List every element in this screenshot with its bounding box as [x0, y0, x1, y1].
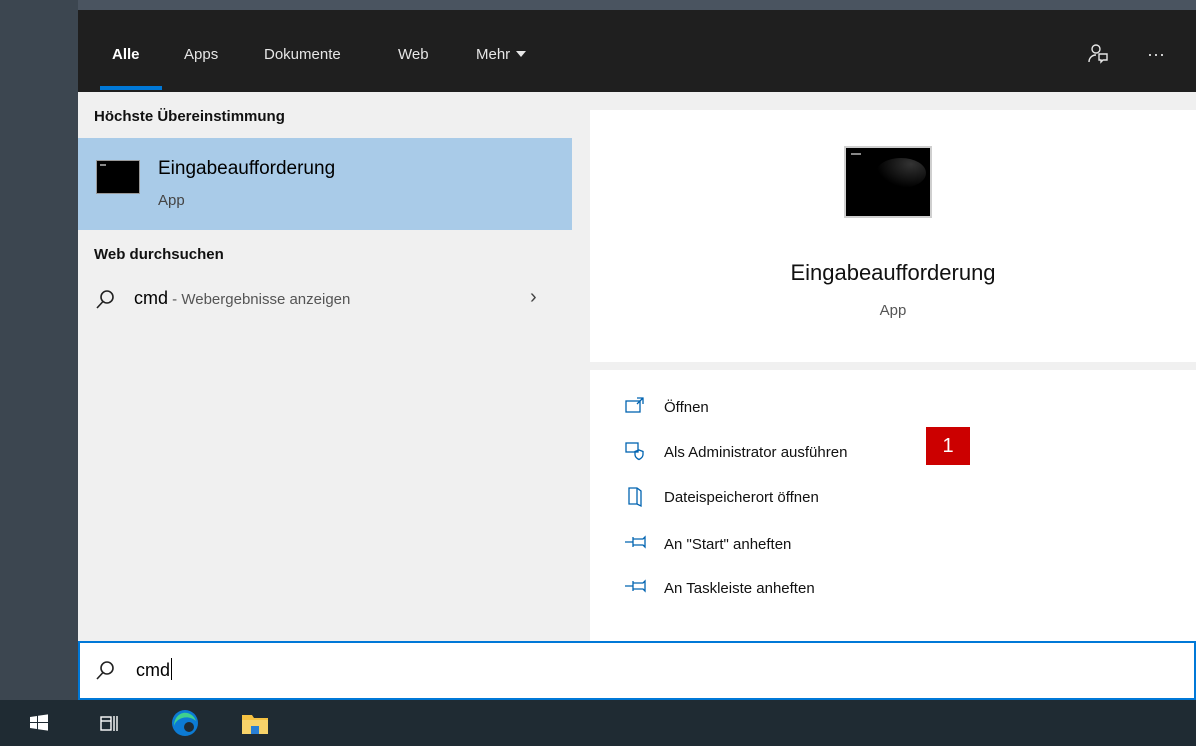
pin-icon [624, 577, 646, 599]
action-pin-to-start-label: An "Start" anheften [664, 536, 792, 553]
chevron-down-icon [516, 51, 527, 57]
tab-alle[interactable]: Alle [112, 46, 140, 68]
command-prompt-large-icon [844, 146, 932, 218]
search-input-value: cmd [136, 658, 173, 681]
file-location-icon [624, 486, 646, 508]
web-result-text: cmd - Webergebnisse anzeigen [134, 288, 350, 309]
pin-icon [624, 533, 646, 555]
edge-browser-icon[interactable] [162, 700, 208, 746]
search-scope-tabs: Alle Apps Dokumente Web Mehr ··· [78, 10, 1196, 92]
active-tab-indicator [100, 86, 162, 90]
web-search-heading: Web durchsuchen [94, 246, 224, 263]
desktop-top-edge [0, 0, 1196, 10]
search-input[interactable]: cmd [78, 641, 1196, 700]
task-view-icon[interactable] [86, 700, 132, 746]
results-panel: Höchste Übereinstimmung Eingabeaufforder… [78, 92, 572, 641]
command-prompt-icon [96, 160, 140, 194]
best-match-item[interactable]: Eingabeaufforderung App [78, 138, 572, 230]
action-open-label: Öffnen [664, 399, 709, 416]
open-window-icon [624, 396, 646, 418]
preview-divider [590, 362, 1196, 370]
desktop-left-edge [0, 0, 78, 700]
best-match-heading: Höchste Übereinstimmung [94, 108, 285, 125]
taskbar [0, 700, 1196, 746]
best-match-title: Eingabeaufforderung [158, 158, 336, 179]
tab-mehr-label: Mehr [476, 46, 511, 63]
shield-admin-icon [624, 441, 646, 463]
file-explorer-icon[interactable] [232, 700, 278, 746]
search-icon [94, 288, 116, 312]
best-match-subtitle: App [158, 192, 185, 209]
text-cursor [171, 658, 173, 680]
web-hint: - Webergebnisse anzeigen [168, 291, 351, 308]
preview-title: Eingabeaufforderung [790, 260, 996, 285]
start-search-window: Alle Apps Dokumente Web Mehr ··· Höchste… [78, 10, 1196, 700]
action-run-as-admin-label: Als Administrator ausführen [664, 444, 848, 461]
tab-apps[interactable]: Apps [184, 46, 218, 68]
tab-dokumente[interactable]: Dokumente [264, 46, 341, 68]
tab-mehr[interactable]: Mehr [476, 46, 527, 68]
step-number-badge: 1 [926, 427, 970, 465]
chevron-right-icon[interactable]: › [530, 286, 537, 309]
action-open-file-location-label: Dateispeicherort öffnen [664, 489, 819, 506]
tab-web[interactable]: Web [398, 46, 429, 68]
search-value: cmd [136, 660, 171, 680]
search-icon [94, 659, 116, 683]
web-search-result[interactable]: cmd - Webergebnisse anzeigen › [78, 284, 572, 320]
action-pin-to-taskbar-label: An Taskleiste anheften [664, 580, 815, 597]
preview-panel: Eingabeaufforderung App Öffnen Als Admin… [590, 110, 1196, 641]
preview-subtitle: App [879, 302, 907, 319]
feedback-icon[interactable] [1086, 42, 1110, 66]
windows-start-icon[interactable] [16, 700, 62, 746]
more-options-icon[interactable]: ··· [1144, 42, 1168, 66]
web-query: cmd [134, 288, 169, 308]
